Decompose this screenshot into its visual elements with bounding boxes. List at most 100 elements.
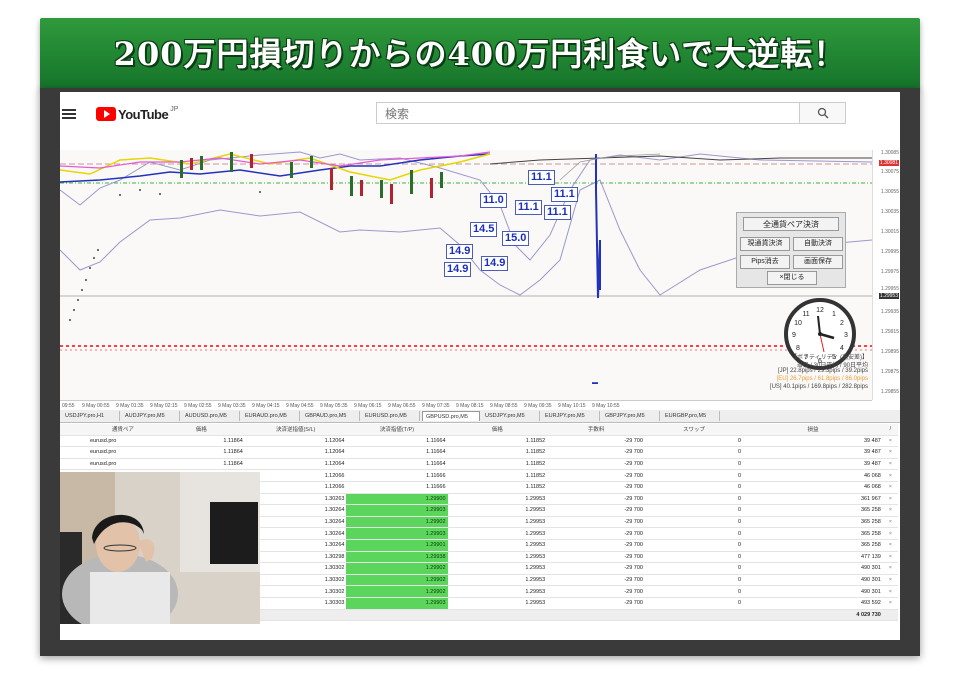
- close-panel-button[interactable]: ×閉じる: [767, 271, 817, 285]
- price-tick: 1.30015: [880, 229, 899, 235]
- col-header-swap[interactable]: スワップ: [644, 424, 744, 436]
- close-position-icon[interactable]: ×: [882, 516, 898, 529]
- col-header-current-price[interactable]: 価格: [447, 424, 548, 436]
- close-position-icon[interactable]: ×: [882, 574, 898, 587]
- table-row[interactable]: eurusd.pro 1.11864 1.12064 1.11664 1.11852 -2…: [60, 458, 898, 471]
- chart-tab[interactable]: EURGBP.pro,M5: [662, 411, 720, 421]
- chart-tab[interactable]: USDJPY.pro,H1: [62, 411, 120, 421]
- search-icon: [817, 107, 828, 119]
- cell-sl: 1.30264: [244, 504, 347, 517]
- cell-swap: 0: [644, 539, 744, 552]
- menu-icon[interactable]: [62, 109, 76, 119]
- chart-tab[interactable]: USDJPY.pro,M5: [482, 411, 540, 421]
- svg-text:3: 3: [844, 332, 848, 339]
- close-position-icon[interactable]: ×: [882, 539, 898, 552]
- cell-price: 1.11864: [157, 458, 245, 471]
- time-tick: 9 May 03:35: [218, 403, 246, 409]
- price-tick: 1.30055: [880, 189, 899, 195]
- chart-tab[interactable]: GBPAUD.pro,M5: [302, 411, 360, 421]
- cell-sl: 1.30264: [244, 527, 347, 540]
- col-header-sl[interactable]: 決済逆指値(S/L): [244, 424, 347, 436]
- youtube-header: YouTube JP: [60, 92, 900, 148]
- cell-profit: 490 301: [743, 574, 883, 587]
- cell-commission: -29 700: [547, 493, 645, 506]
- table-row[interactable]: eurusd.pro 1.11864 1.12064 1.11664 1.11852 -2…: [60, 446, 898, 459]
- close-position-icon[interactable]: ×: [882, 562, 898, 575]
- cell-pair: eurusd.pro: [60, 435, 158, 448]
- save-screen-button[interactable]: 画面保存: [793, 255, 843, 269]
- table-row[interactable]: eurusd.pro 1.11864 1.12064 1.11664 1.11852 -2…: [60, 435, 898, 448]
- chart-tab[interactable]: EURAUD.pro,M5: [242, 411, 300, 421]
- cell-swap: 0: [644, 481, 744, 494]
- chart-tab[interactable]: AUDUSD.pro,M5: [182, 411, 240, 421]
- close-position-icon[interactable]: ×: [882, 527, 898, 540]
- close-position-icon[interactable]: ×: [882, 551, 898, 564]
- chart-tab[interactable]: GBPJPY.pro,M5: [602, 411, 660, 421]
- price-tick: 1.30075: [880, 169, 899, 175]
- chart-tab-active[interactable]: GBPUSD.pro,M5: [422, 411, 480, 421]
- pips-annotation: 11.1: [544, 205, 571, 220]
- youtube-region-label: JP: [170, 106, 179, 113]
- close-position-icon[interactable]: ×: [882, 469, 898, 482]
- chart-tab[interactable]: EURUSD.pro,M5: [362, 411, 420, 421]
- price-tick: 1.30081: [878, 160, 899, 166]
- cell-profit: 477 139: [743, 551, 883, 564]
- cell-sl: 1.30298: [244, 551, 347, 564]
- cell-sl: 1.30302: [244, 574, 347, 587]
- search-button[interactable]: [800, 102, 846, 124]
- cell-tp: 1.11666: [346, 469, 448, 482]
- cell-profit: 46 068: [743, 481, 883, 494]
- cell-price: 1.11864: [157, 446, 245, 459]
- youtube-logo[interactable]: YouTube JP: [96, 106, 178, 122]
- cell-current: 1.29953: [447, 597, 548, 610]
- cell-commission: -29 700: [547, 597, 645, 610]
- current-pair-close-button[interactable]: 現通貨決済: [740, 237, 790, 251]
- price-tick: 1.30085: [880, 150, 899, 156]
- cell-tp: 1.29902: [346, 562, 448, 575]
- col-header-tp[interactable]: 決済指値(T/P): [346, 424, 448, 436]
- cell-commission: -29 700: [547, 551, 645, 564]
- cell-commission: -29 700: [547, 562, 645, 575]
- pips-clear-button[interactable]: Pips消去: [740, 255, 790, 269]
- cell-profit: 365 258: [743, 504, 883, 517]
- youtube-play-icon: [96, 107, 116, 121]
- cell-tp: 1.29902: [346, 516, 448, 529]
- cell-swap: 0: [644, 493, 744, 506]
- chart-tab[interactable]: EURJPY.pro,M5: [542, 411, 600, 421]
- auto-close-button[interactable]: 自動決済: [793, 237, 843, 251]
- price-tick: 1.30035: [880, 209, 899, 215]
- cell-swap: 0: [644, 469, 744, 482]
- pips-annotation: 11.1: [528, 170, 555, 185]
- close-position-icon[interactable]: ×: [882, 446, 898, 459]
- volatility-jp: [JP] 22.8pips / 29.3pips / 39.2pips: [777, 368, 868, 374]
- close-position-icon[interactable]: ×: [882, 435, 898, 448]
- close-position-icon[interactable]: ×: [882, 597, 898, 610]
- col-header-commission[interactable]: 手数料: [547, 424, 645, 436]
- cell-tp: 1.11664: [346, 435, 448, 448]
- time-tick: 9 May 02:55: [184, 403, 212, 409]
- search-box: [376, 102, 800, 125]
- cell-commission: -29 700: [547, 574, 645, 587]
- cell-sl: 1.30263: [244, 493, 347, 506]
- col-header-price[interactable]: 価格: [157, 424, 245, 436]
- cell-sl: 1.30264: [244, 516, 347, 529]
- col-header-profit[interactable]: 損益: [743, 424, 883, 436]
- chart-tab[interactable]: AUDJPY.pro,M5: [122, 411, 180, 421]
- search-input[interactable]: [377, 103, 787, 125]
- close-position-icon[interactable]: ×: [882, 585, 898, 598]
- close-position-icon[interactable]: ×: [882, 504, 898, 517]
- cell-current: 1.11852: [447, 435, 548, 448]
- all-pairs-close-button[interactable]: 全通貨ペア決済: [743, 217, 839, 231]
- cell-commission: -29 700: [547, 435, 645, 448]
- close-position-icon[interactable]: ×: [882, 481, 898, 494]
- pips-annotation: 11.1: [515, 200, 542, 215]
- close-position-icon[interactable]: ×: [882, 458, 898, 471]
- cell-current: 1.29953: [447, 504, 548, 517]
- cell-sl: 1.30302: [244, 585, 347, 598]
- cell-tp: 1.29903: [346, 504, 448, 517]
- col-header-pair[interactable]: 通貨ペア: [60, 424, 158, 436]
- price-chart[interactable]: ▬ 11.1 11.0 11.1 11.1 11.1 14.5 15.0 14.…: [60, 150, 900, 400]
- time-tick: 9 May 06:55: [388, 403, 416, 409]
- close-position-icon[interactable]: ×: [882, 493, 898, 506]
- svg-text:10: 10: [794, 320, 802, 327]
